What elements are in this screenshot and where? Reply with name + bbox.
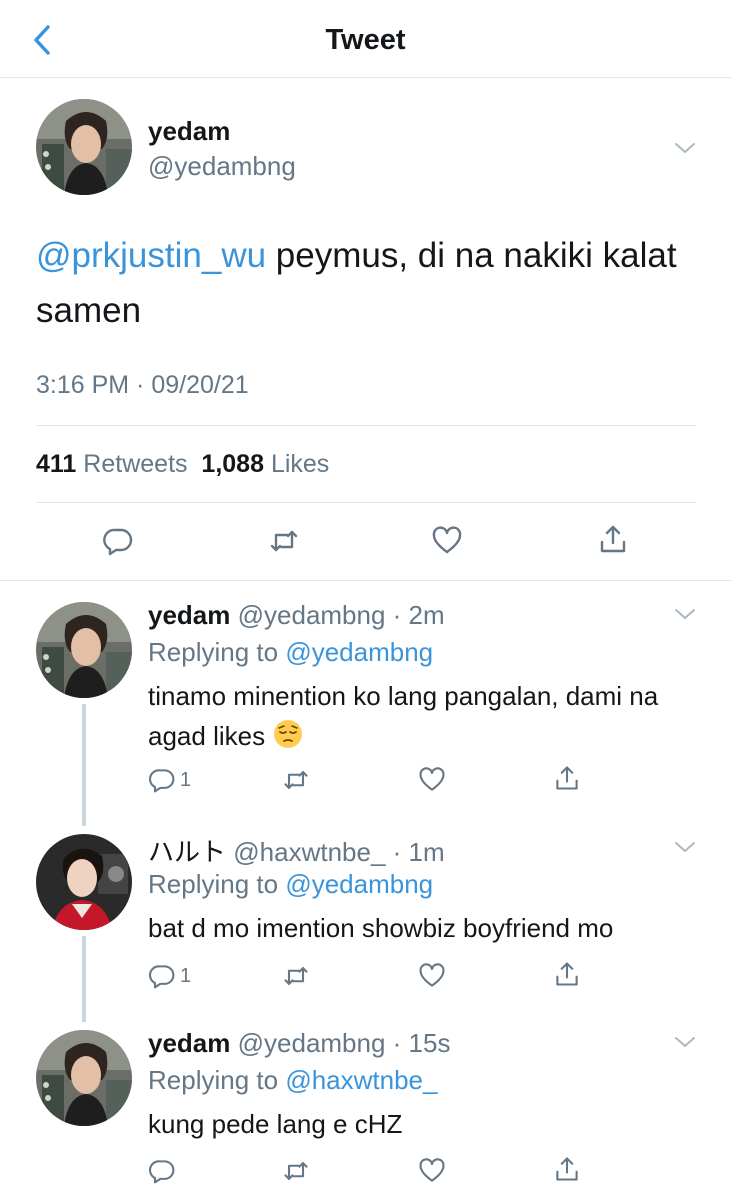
chevron-down-icon <box>675 1037 695 1047</box>
reply-count: 1 <box>180 964 192 987</box>
retweet-button[interactable] <box>268 525 300 557</box>
reply-body: bat d mo imention showbiz boyfriend mo <box>148 913 614 943</box>
reply-time[interactable]: 15s <box>409 1028 451 1058</box>
author-handle[interactable]: @yedambng <box>238 600 386 630</box>
share-icon <box>556 962 578 986</box>
chevron-down-icon <box>675 842 695 852</box>
more-options-button[interactable] <box>673 1034 697 1050</box>
replying-mention[interactable]: @yedambng <box>285 637 433 667</box>
share-button[interactable] <box>553 960 581 988</box>
retweet-button[interactable] <box>282 962 310 990</box>
retweets-label: Retweets <box>83 450 188 478</box>
retweet-icon <box>284 1162 308 1180</box>
avatar[interactable] <box>36 834 132 930</box>
author-name[interactable]: yedam <box>148 1028 230 1058</box>
reply-body: kung pede lang e cHZ <box>148 1109 403 1139</box>
reply-icon <box>103 528 133 556</box>
reply-header: yedam @yedambng · 2m <box>148 600 445 630</box>
author-handle[interactable]: @yedambng <box>148 151 296 182</box>
share-icon <box>556 766 578 790</box>
reply-icon <box>148 769 175 793</box>
share-button[interactable] <box>553 764 581 792</box>
heart-icon <box>432 526 462 554</box>
top-bar: Tweet <box>0 0 731 78</box>
reply-header: yedam @yedambng · 15s <box>148 1028 451 1058</box>
divider <box>0 580 731 581</box>
author-name[interactable]: ハルト <box>148 837 226 867</box>
replying-mention[interactable]: @yedambng <box>285 869 433 899</box>
divider <box>36 425 696 426</box>
share-icon <box>600 525 626 553</box>
like-button[interactable] <box>431 525 463 557</box>
likes-count: 1,088 <box>201 450 264 478</box>
heart-icon <box>419 963 445 987</box>
chevron-down-icon <box>675 609 695 619</box>
replying-to: Replying to @haxwtnbe_ <box>148 1065 437 1096</box>
reply-time[interactable]: 1m <box>409 837 445 867</box>
reply-button[interactable]: 1 <box>148 962 191 990</box>
reply-text: bat d mo imention showbiz boyfriend mo <box>148 908 708 948</box>
replying-to: Replying to @yedambng <box>148 869 433 900</box>
retweets-count: 411 <box>36 450 77 478</box>
tweet-stats: 411 Retweets 1,088 Likes <box>36 450 329 479</box>
chevron-down-icon <box>675 143 695 153</box>
replying-label: Replying to <box>148 1065 279 1095</box>
avatar[interactable] <box>36 99 132 195</box>
retweet-icon <box>284 967 308 985</box>
reply-button[interactable]: 1 <box>148 766 191 794</box>
avatar[interactable] <box>36 1030 132 1126</box>
replying-label: Replying to <box>148 869 279 899</box>
divider <box>36 502 696 503</box>
retweet-icon <box>284 771 308 789</box>
retweet-button[interactable] <box>282 766 310 794</box>
reply-body: tinamo minention ko lang pangalan, dami … <box>148 681 659 751</box>
thread-line <box>82 936 86 1022</box>
like-button[interactable] <box>418 962 446 990</box>
reply-button[interactable] <box>148 1157 180 1185</box>
retweet-button[interactable] <box>282 1157 310 1185</box>
reply-time[interactable]: 2m <box>409 600 445 630</box>
pensive-face-icon <box>274 720 303 748</box>
author-name[interactable]: yedam <box>148 116 230 147</box>
tweet-timestamp[interactable]: 3:16 PM · 09/20/21 <box>36 371 249 400</box>
mention-link[interactable]: @prkjustin_wu <box>36 236 266 275</box>
likes-label: Likes <box>270 450 330 478</box>
reply-text: kung pede lang e cHZ <box>148 1104 708 1144</box>
likes-stat[interactable]: 1,088 Likes <box>201 450 329 478</box>
more-options-button[interactable] <box>673 606 697 622</box>
reply-count: 1 <box>180 768 192 791</box>
reply-button[interactable] <box>102 525 134 557</box>
reply-icon <box>148 1160 175 1184</box>
thread-line <box>82 704 86 826</box>
share-icon <box>556 1157 578 1181</box>
reply-header: ハルト @haxwtnbe_ · 1m <box>148 837 445 867</box>
page-title: Tweet <box>325 24 406 56</box>
replying-mention[interactable]: @haxwtnbe_ <box>285 1065 437 1095</box>
more-options-button[interactable] <box>673 140 697 156</box>
more-options-button[interactable] <box>673 839 697 855</box>
retweet-icon <box>270 530 298 552</box>
author-name[interactable]: yedam <box>148 600 230 630</box>
avatar[interactable] <box>36 602 132 698</box>
author-handle[interactable]: @haxwtnbe_ <box>233 837 385 867</box>
replying-to: Replying to @yedambng <box>148 637 433 668</box>
reply-icon <box>148 965 175 989</box>
reply-text: tinamo minention ko lang pangalan, dami … <box>148 676 708 756</box>
tweet-text: @prkjustin_wu peymus, di na nakiki kalat… <box>36 228 696 338</box>
heart-icon <box>419 1158 445 1182</box>
share-button[interactable] <box>597 523 629 555</box>
author-handle[interactable]: @yedambng <box>238 1028 386 1058</box>
like-button[interactable] <box>418 766 446 794</box>
replying-label: Replying to <box>148 637 279 667</box>
share-button[interactable] <box>553 1155 581 1183</box>
heart-icon <box>419 767 445 791</box>
like-button[interactable] <box>418 1157 446 1185</box>
retweets-stat[interactable]: 411 Retweets <box>36 450 188 478</box>
